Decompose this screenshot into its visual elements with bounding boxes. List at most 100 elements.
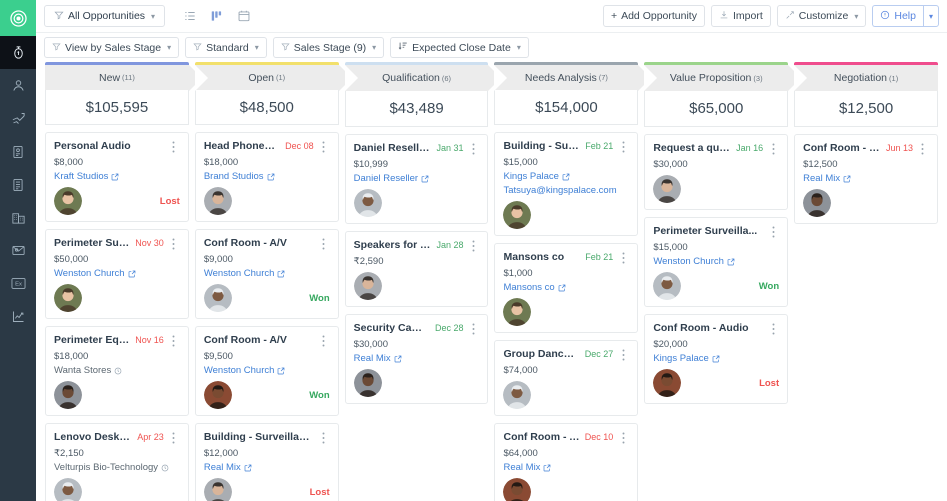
card-account-link[interactable]: Mansons co: [503, 282, 629, 293]
card-account-link[interactable]: Kraft Studios: [54, 171, 180, 182]
card-account-link[interactable]: Real Mix: [204, 462, 330, 473]
opportunity-card[interactable]: Conf Room - Audio$20,000Kings PalaceLost: [644, 314, 788, 404]
card-close-date: Jan 31: [436, 142, 463, 153]
card-account-link[interactable]: Wenston Church: [204, 365, 330, 376]
card-account-link[interactable]: Kings Palace: [503, 171, 629, 182]
opportunity-card[interactable]: Group Dance Perfor...Dec 27$74,000: [494, 340, 638, 416]
column-header[interactable]: New(11): [45, 65, 189, 90]
help-dropdown-button[interactable]: ▾: [923, 5, 939, 27]
card-menu-icon[interactable]: [767, 225, 779, 238]
help-button[interactable]: Help: [872, 5, 923, 27]
opportunity-card[interactable]: Head Phones for 12...Dec 08$18,000Brand …: [195, 132, 339, 222]
card-account-link[interactable]: Kings Palace: [653, 353, 779, 364]
card-menu-icon[interactable]: [467, 322, 479, 335]
opportunity-card[interactable]: Perimeter Surveilla...$15,000Wenston Chu…: [644, 217, 788, 307]
sidebar-item-invoices[interactable]: [0, 168, 36, 201]
opportunity-card[interactable]: Mansons coFeb 21$1,000Mansons co: [494, 243, 638, 333]
card-account-link[interactable]: Wenston Church: [653, 256, 779, 267]
app-logo[interactable]: [0, 0, 36, 36]
sidebar-item-deals[interactable]: [0, 36, 36, 69]
card-account-link[interactable]: Wenston Church: [54, 268, 180, 279]
add-opportunity-button[interactable]: + Add Opportunity: [603, 5, 705, 27]
column-total-amount: $65,000: [644, 91, 788, 127]
external-link-icon: [394, 355, 402, 363]
filter-chip-1[interactable]: View by Sales Stage▾: [44, 37, 179, 58]
card-menu-icon[interactable]: [467, 142, 479, 155]
card-account-link[interactable]: Wenston Church: [204, 268, 330, 279]
opportunity-card[interactable]: Building - Surveillan...$12,000Real MixL…: [195, 423, 339, 501]
card-account-name: Wenston Church: [204, 365, 275, 376]
opportunity-card[interactable]: Lenovo DesktopsApr 23₹2,150Velturpis Bio…: [45, 423, 189, 501]
opportunity-card[interactable]: Security Cameras fo...Dec 28$30,000Real …: [345, 314, 489, 404]
import-button[interactable]: Import: [711, 5, 771, 27]
card-account-link[interactable]: Real Mix: [503, 462, 629, 473]
card-menu-icon[interactable]: [318, 237, 330, 250]
card-account-link[interactable]: Real Mix: [803, 173, 929, 184]
card-account-link[interactable]: Daniel Reseller: [354, 173, 480, 184]
wrench-icon: [785, 10, 795, 23]
avatar: [354, 369, 382, 397]
card-menu-icon[interactable]: [917, 142, 929, 155]
card-menu-icon[interactable]: [168, 334, 180, 347]
opportunity-card[interactable]: Speakers for Avvi M...Jan 28₹2,590: [345, 231, 489, 307]
card-menu-icon[interactable]: [168, 237, 180, 250]
column-header[interactable]: Qualification(6): [345, 65, 489, 91]
card-menu-icon[interactable]: [617, 251, 629, 264]
card-menu-icon[interactable]: [318, 431, 330, 444]
card-account-link[interactable]: Velturpis Bio-Technology: [54, 462, 180, 473]
column-header[interactable]: Value Proposition(3): [644, 65, 788, 91]
filter-chip-4[interactable]: Expected Close Date▾: [390, 37, 529, 58]
customize-button[interactable]: Customize ▾: [777, 5, 867, 27]
help-circle-icon: [880, 10, 890, 23]
card-account-link[interactable]: Real Mix: [354, 353, 480, 364]
opportunity-card[interactable]: Perimeter Surveilla...Nov 30$50,000Wenst…: [45, 229, 189, 319]
card-menu-icon[interactable]: [617, 431, 629, 444]
opportunity-card[interactable]: Perimeter Equipme...Nov 16$18,000Wanta S…: [45, 326, 189, 416]
avatar: [653, 175, 681, 203]
chevron-down-icon: ▾: [854, 12, 858, 21]
card-menu-icon[interactable]: [318, 334, 330, 347]
kanban-view-icon[interactable]: [210, 9, 224, 23]
card-menu-icon[interactable]: [767, 142, 779, 155]
column-header[interactable]: Open(1): [195, 65, 339, 90]
opportunity-card[interactable]: Request a quote for ...Jan 16$30,000: [644, 134, 788, 210]
card-menu-icon[interactable]: [617, 140, 629, 153]
opportunity-card[interactable]: Building - Surveillan...Feb 21$15,000Kin…: [494, 132, 638, 236]
avatar: [354, 189, 382, 217]
card-account-link[interactable]: Brand Studios: [204, 171, 330, 182]
column-header[interactable]: Needs Analysis(7): [494, 65, 638, 90]
opportunity-card[interactable]: Conf Room - A/VDec 10$64,000Real Mix: [494, 423, 638, 501]
column-header[interactable]: Negotiation(1): [794, 65, 938, 91]
opportunity-card[interactable]: Personal Audio$8,000Kraft StudiosLost: [45, 132, 189, 222]
sidebar-item-accounts[interactable]: [0, 201, 36, 234]
opportunity-card[interactable]: Conf Room - A/V$9,000Wenston ChurchWon: [195, 229, 339, 319]
card-menu-icon[interactable]: [168, 431, 180, 444]
list-view-icon[interactable]: [183, 9, 197, 23]
card-menu-icon[interactable]: [617, 348, 629, 361]
calendar-view-icon[interactable]: [237, 9, 251, 23]
card-title: Building - Surveillan...: [204, 431, 314, 443]
opportunity-card[interactable]: Conf Room - FullJun 13$12,500Real Mix: [794, 134, 938, 224]
card-amount: $15,000: [503, 157, 629, 168]
sidebar-item-excel[interactable]: Ex: [0, 267, 36, 300]
card-menu-icon[interactable]: [318, 140, 330, 153]
sidebar-item-mail[interactable]: [0, 234, 36, 267]
opportunity-card[interactable]: Conf Room - A/V$9,500Wenston ChurchWon: [195, 326, 339, 416]
sidebar-item-analytics[interactable]: [0, 300, 36, 333]
card-email-link[interactable]: Tatsuya@kingspalace.com: [503, 185, 629, 196]
sidebar-item-contacts[interactable]: [0, 69, 36, 102]
contacts-icon: [11, 78, 26, 93]
view-selector[interactable]: All Opportunities ▾: [44, 5, 165, 27]
sidebar-item-quotes[interactable]: [0, 135, 36, 168]
card-close-date: Jun 13: [886, 142, 913, 153]
card-menu-icon[interactable]: [467, 239, 479, 252]
filter-chip-2[interactable]: Standard▾: [185, 37, 267, 58]
card-menu-icon[interactable]: [767, 322, 779, 335]
card-menu-icon[interactable]: [168, 140, 180, 153]
card-account-link[interactable]: Wanta Stores: [54, 365, 180, 376]
card-amount: $50,000: [54, 254, 180, 265]
sidebar-item-activities[interactable]: [0, 102, 36, 135]
opportunity-card[interactable]: Daniel Reseller - Op...Jan 31$10,999Dani…: [345, 134, 489, 224]
chevron-down-icon: ▾: [255, 43, 259, 52]
filter-chip-3[interactable]: Sales Stage (9)▾: [273, 37, 384, 58]
